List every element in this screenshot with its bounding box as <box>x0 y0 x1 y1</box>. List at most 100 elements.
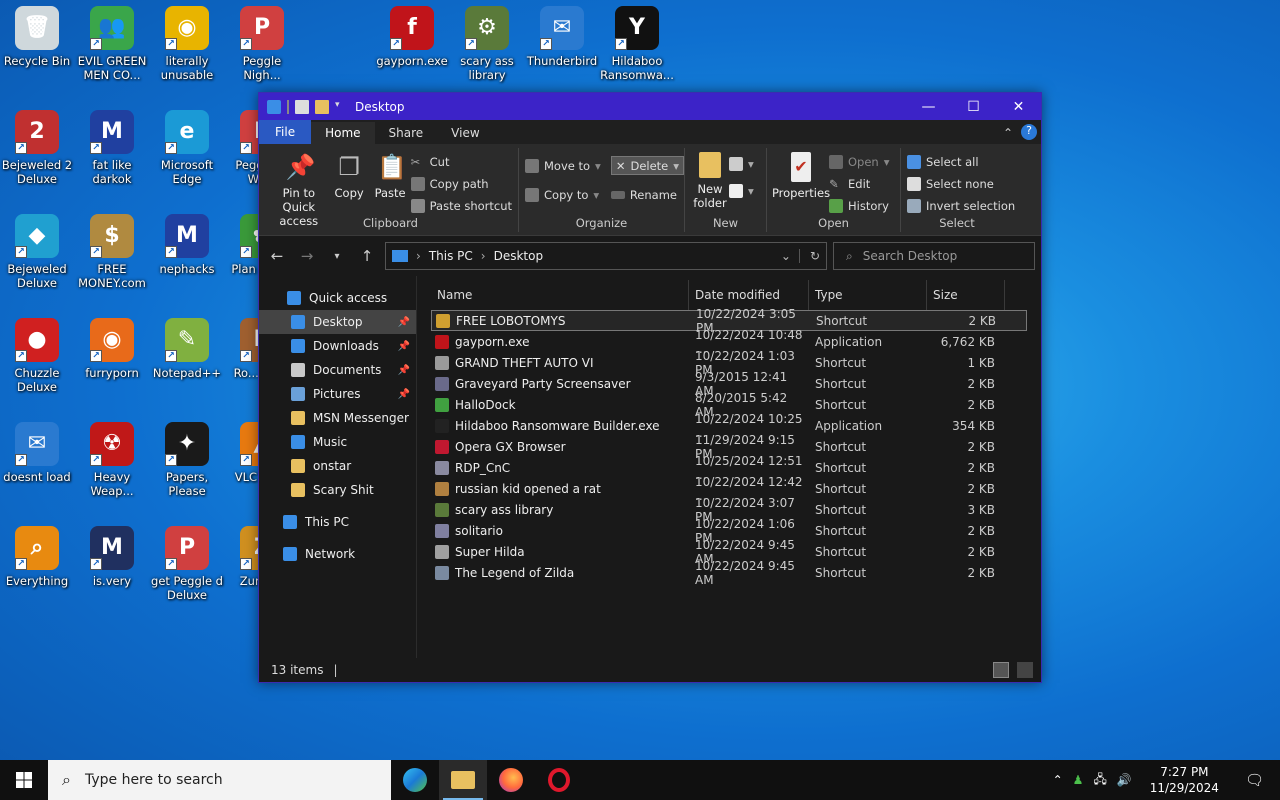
taskbar-opera[interactable] <box>535 760 583 800</box>
nav-item[interactable]: Desktop 📌 <box>259 310 416 334</box>
network-icon[interactable]: 🖧 <box>1093 770 1106 791</box>
desktop-icon-item[interactable]: f ↗ gayporn.exe <box>375 0 449 68</box>
delete-button[interactable]: ✕ Delete ▾ <box>610 156 685 175</box>
pin-icon[interactable]: 📌 <box>398 317 410 328</box>
file-name: Graveyard Party Screensaver <box>455 376 631 391</box>
copy-to-button[interactable]: Copy to ▾ <box>525 185 601 204</box>
paste-shortcut-button[interactable]: Paste shortcut <box>410 196 512 215</box>
desktop-icon-item[interactable]: e ↗ Microsoft Edge <box>150 104 224 186</box>
taskbar-file-explorer[interactable] <box>439 760 487 800</box>
collapse-ribbon-icon[interactable]: ⌃ <box>995 122 1021 144</box>
recent-locations-icon[interactable]: ▾ <box>325 251 349 262</box>
tab-view[interactable]: View <box>437 122 493 144</box>
desktop-icon-item[interactable]: 👥 ↗ EVIL GREEN MEN CO... <box>75 0 149 82</box>
desktop-icon-item[interactable]: ✉ ↗ doesnt load <box>0 416 74 484</box>
easy-access-button[interactable]: ▾ <box>729 181 754 200</box>
tab-file[interactable]: File <box>259 120 312 144</box>
desktop-icon-item[interactable]: ✉ ↗ Thunderbird <box>525 0 599 68</box>
edit-button[interactable]: ✎ Edit <box>829 174 890 193</box>
desktop-icon-item[interactable]: ⌕ ↗ Everything <box>0 520 74 588</box>
help-icon[interactable]: ? <box>1021 124 1037 140</box>
breadcrumb-this-pc[interactable]: This PC <box>429 249 473 263</box>
desktop-icon-item[interactable]: M ↗ nephacks <box>150 208 224 276</box>
desktop-icon-item[interactable]: ✎ ↗ Notepad++ <box>150 312 224 380</box>
move-to-icon <box>525 158 539 173</box>
customize-dropdown-icon[interactable]: ▾ <box>335 100 345 114</box>
properties-icon[interactable] <box>295 99 309 114</box>
history-button[interactable]: History <box>829 196 890 215</box>
desktop-icon-item[interactable]: ◆ ↗ Bejeweled Deluxe <box>0 208 74 290</box>
desktop-icon-item[interactable]: ◉ ↗ furryporn <box>75 312 149 380</box>
select-all-button[interactable]: Select all <box>907 152 1015 171</box>
pin-icon[interactable]: 📌 <box>398 341 410 352</box>
forward-arrow-icon[interactable]: → <box>295 247 319 265</box>
invert-selection-button[interactable]: Invert selection <box>907 196 1015 215</box>
column-date-modified[interactable]: Date modified <box>689 280 809 310</box>
copy-path-button[interactable]: Copy path <box>410 174 512 193</box>
column-size[interactable]: Size <box>927 280 1005 310</box>
new-item-button[interactable]: ▾ <box>729 154 754 173</box>
taskbar-firefox[interactable] <box>487 760 535 800</box>
rename-button[interactable]: Rename <box>610 185 684 204</box>
large-icons-view-icon[interactable] <box>1017 662 1033 678</box>
address-bar[interactable]: › This PC › Desktop ⌄ ↻ <box>385 242 827 270</box>
up-arrow-icon[interactable]: ↑ <box>355 247 379 265</box>
search-box[interactable]: ⌕ Search Desktop <box>833 242 1035 270</box>
desktop-icon-item[interactable]: ⚙ ↗ scary ass library <box>450 0 524 82</box>
desktop-icon-item[interactable]: ◉ ↗ literally unusable <box>150 0 224 82</box>
people-icon[interactable]: ♟ <box>1073 773 1084 787</box>
title-bar[interactable]: ▾ Desktop — ☐ ✕ <box>259 93 1041 120</box>
new-group-label: New <box>712 216 739 230</box>
refresh-icon[interactable]: ↻ <box>798 249 820 263</box>
nav-item[interactable]: This PC <box>259 510 416 534</box>
file-size: 6,762 KB <box>940 334 995 349</box>
open-button[interactable]: Open ▾ <box>829 152 890 171</box>
volume-icon[interactable]: 🔊 <box>1117 773 1132 787</box>
minimize-button[interactable]: — <box>906 93 951 120</box>
desktop-icon-item[interactable]: 2 ↗ Bejeweled 2 Deluxe <box>0 104 74 186</box>
details-view-icon[interactable] <box>993 662 1009 678</box>
taskbar-search[interactable]: ⌕ Type here to search <box>48 760 391 800</box>
notifications-icon[interactable]: 🗨 <box>1237 771 1272 789</box>
file-row[interactable]: The Legend of Zilda 10/22/2024 9:45 AM Sho… <box>431 559 1027 587</box>
desktop-icon-item[interactable]: 🗑 Recycle Bin <box>0 0 74 68</box>
desktop-icon-item[interactable]: M ↗ is.very <box>75 520 149 588</box>
nav-item[interactable]: Pictures 📌 <box>259 382 416 406</box>
breadcrumb-desktop[interactable]: Desktop <box>494 249 544 263</box>
pin-icon[interactable]: 📌 <box>398 389 410 400</box>
back-arrow-icon[interactable]: ← <box>265 247 289 265</box>
desktop-icon-item[interactable]: ● ↗ Chuzzle Deluxe <box>0 312 74 394</box>
maximize-button[interactable]: ☐ <box>951 93 996 120</box>
start-button[interactable] <box>0 760 48 800</box>
nav-item[interactable]: Network <box>259 542 416 566</box>
desktop-icon-item[interactable]: P ↗ Peggle Nigh... <box>225 0 299 82</box>
desktop-icon-item[interactable]: Y ↗ Hildaboo Ransomwa... <box>600 0 674 82</box>
new-folder-icon[interactable] <box>315 99 329 114</box>
nav-item[interactable]: Documents 📌 <box>259 358 416 382</box>
close-button[interactable]: ✕ <box>996 93 1041 120</box>
cut-button[interactable]: ✂ Cut <box>411 152 512 171</box>
desktop-icon-item[interactable]: M ↗ fat like darkok <box>75 104 149 186</box>
desktop-icon-item[interactable]: ✦ ↗ Papers, Please <box>150 416 224 498</box>
nav-item[interactable]: onstar <box>259 454 416 478</box>
nav-item[interactable]: MSN Messenger <box>259 406 416 430</box>
tab-home[interactable]: Home <box>311 122 375 144</box>
move-to-button[interactable]: Move to ▾ <box>525 156 601 175</box>
nav-item[interactable]: Music <box>259 430 416 454</box>
clock[interactable]: 7:27 PM 11/29/2024 <box>1142 764 1227 796</box>
select-none-button[interactable]: Select none <box>907 174 1015 193</box>
tab-share[interactable]: Share <box>375 122 438 144</box>
address-dropdown-icon[interactable]: ⌄ <box>781 249 791 263</box>
chevron-up-icon[interactable]: ⌃ <box>1053 773 1063 787</box>
taskbar-edge[interactable] <box>391 760 439 800</box>
pin-icon[interactable]: 📌 <box>398 365 410 376</box>
desktop-icon-item[interactable]: P ↗ get Peggle d Deluxe <box>150 520 224 602</box>
shortcut-arrow-icon: ↗ <box>240 38 252 50</box>
column-name[interactable]: Name <box>431 280 689 310</box>
desktop-icon-item[interactable]: $ ↗ FREE MONEY.com <box>75 208 149 290</box>
nav-item[interactable]: Quick access <box>259 286 416 310</box>
nav-item[interactable]: Downloads 📌 <box>259 334 416 358</box>
column-type[interactable]: Type <box>809 280 927 310</box>
nav-item[interactable]: Scary Shit <box>259 478 416 502</box>
desktop-icon-item[interactable]: ☢ ↗ Heavy Weap... <box>75 416 149 498</box>
